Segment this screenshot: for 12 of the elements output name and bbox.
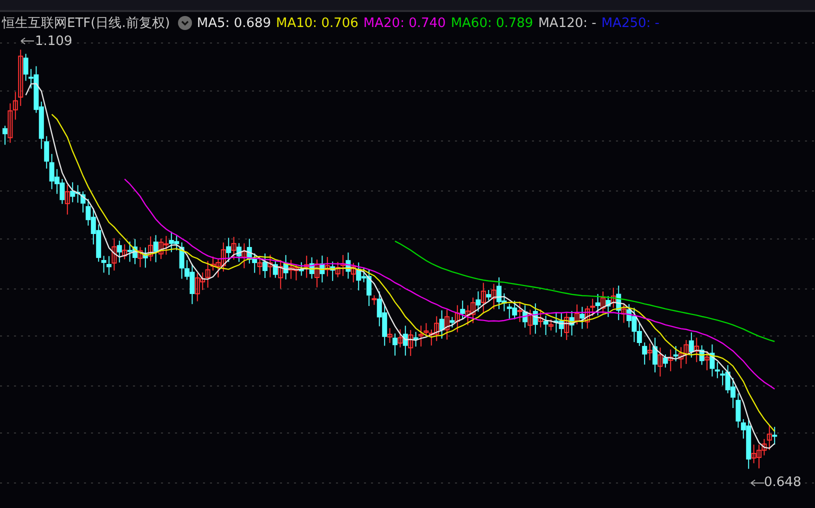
ma-legend-label: MA120: - — [538, 16, 596, 30]
ma-legend-label: MA20: 0.740 — [363, 16, 446, 30]
low-price-label: 0.648 — [764, 475, 802, 490]
ma-legend-label: MA250: - — [601, 16, 660, 30]
dropdown-icon[interactable] — [178, 16, 192, 30]
arrow-icon — [20, 37, 34, 45]
ma-legend-label: MA10: 0.706 — [276, 16, 358, 30]
arrow-icon — [750, 479, 764, 487]
ma-legend-label: MA5: 0.689 — [196, 16, 272, 30]
ma-legend-label: MA60: 0.789 — [450, 16, 534, 30]
chart-title: 恒生互联网ETF(日线.前复权) — [2, 15, 170, 32]
high-price-label: 1.109 — [35, 34, 72, 49]
